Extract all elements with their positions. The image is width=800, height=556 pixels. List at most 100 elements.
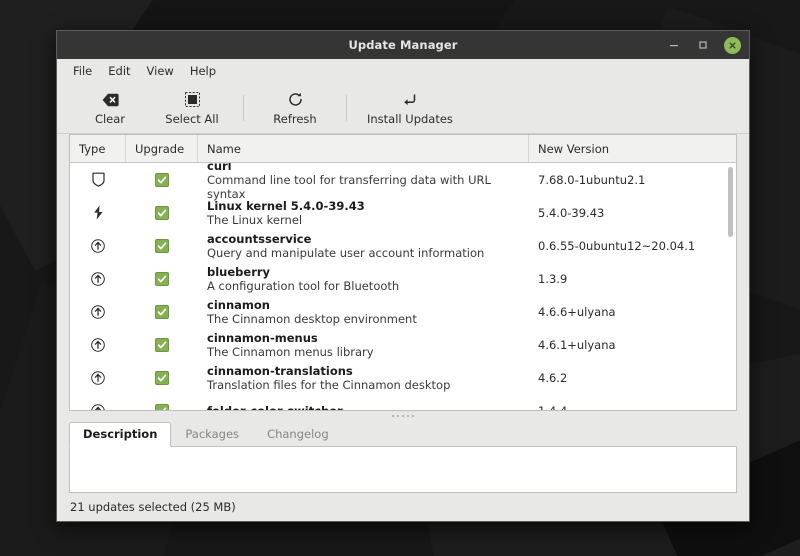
package-list-scrollbar[interactable] (728, 167, 733, 405)
package-name: Linux kernel 5.4.0-39.43 (207, 198, 365, 213)
package-name: folder-color-switcher (207, 404, 343, 411)
package-list-header: Type Upgrade Name New Version (70, 135, 736, 163)
window-title: Update Manager (348, 38, 458, 52)
row-version-cell: 4.6.1+ulyana (538, 337, 616, 352)
row-name-cell: cinnamon-translations Translation files … (198, 364, 529, 392)
upgrade-arrow-icon (90, 370, 106, 386)
upgrade-checkbox[interactable] (155, 205, 169, 220)
package-name: cinnamon-translations (207, 363, 353, 378)
upgrade-checkbox[interactable] (155, 304, 169, 319)
column-header-type[interactable]: Type (70, 135, 126, 162)
row-version-cell: 1.4.4 (529, 404, 736, 411)
close-icon[interactable] (724, 36, 741, 54)
package-list-body[interactable]: curl Command line tool for transferring … (70, 163, 736, 410)
package-description: The Linux kernel (207, 212, 303, 227)
clear-button-label: Clear (94, 111, 126, 126)
package-list-pane: Type Upgrade Name New Version curl Comma… (69, 134, 737, 411)
table-row[interactable]: curl Command line tool for transferring … (70, 163, 736, 201)
table-row[interactable]: cinnamon-translations Translation files … (70, 361, 736, 394)
row-upgrade-cell[interactable] (126, 205, 198, 220)
row-upgrade-cell[interactable] (126, 238, 198, 253)
select-all-button[interactable]: Select All (151, 89, 233, 128)
row-upgrade-cell[interactable] (126, 271, 198, 286)
row-version-cell: 1.3.9 (538, 271, 568, 286)
tab-packages[interactable]: Packages (171, 421, 253, 446)
tab-changelog[interactable]: Changelog (253, 421, 343, 446)
row-type-cell (70, 172, 126, 188)
menubar: File Edit View Help (57, 59, 749, 83)
column-header-name[interactable]: Name (198, 135, 529, 162)
menu-view[interactable]: View (139, 61, 182, 81)
titlebar[interactable]: Update Manager (57, 31, 749, 59)
status-text: 21 updates selected (25 MB) (70, 500, 236, 514)
table-row[interactable]: accountsservice Query and manipulate use… (70, 229, 736, 262)
description-panel[interactable] (69, 447, 737, 493)
table-row[interactable]: cinnamon-menus The Cinnamon menus librar… (70, 328, 736, 361)
toolbar-separator (243, 95, 244, 121)
install-updates-button[interactable]: Install Updates (357, 89, 463, 128)
column-header-upgrade[interactable]: Upgrade (126, 135, 198, 162)
upgrade-checkbox[interactable] (155, 370, 169, 385)
upgrade-checkbox[interactable] (155, 403, 169, 410)
window-controls (666, 36, 741, 54)
column-header-new-version[interactable]: New Version (529, 135, 736, 162)
row-type-cell (70, 271, 126, 287)
row-name-cell: accountsservice Query and manipulate use… (198, 232, 529, 260)
table-row[interactable]: Linux kernel 5.4.0-39.43 The Linux kerne… (70, 196, 736, 229)
package-name: accountsservice (207, 231, 312, 246)
clear-button[interactable]: Clear (69, 89, 151, 128)
row-type-cell (70, 370, 126, 386)
row-name-cell: Linux kernel 5.4.0-39.43 The Linux kerne… (198, 199, 529, 227)
row-name-cell: cinnamon-menus The Cinnamon menus librar… (198, 331, 529, 359)
row-upgrade-cell[interactable] (126, 337, 198, 352)
upgrade-checkbox[interactable] (155, 172, 169, 187)
statusbar: 21 updates selected (25 MB) (57, 493, 749, 521)
package-description: The Cinnamon menus library (207, 344, 374, 359)
update-manager-window: Update Manager File Edit View Help Clear… (56, 30, 750, 522)
scrollbar-thumb[interactable] (728, 167, 733, 237)
upgrade-arrow-icon (90, 238, 106, 254)
package-name: blueberry (207, 264, 271, 279)
row-upgrade-cell[interactable] (126, 304, 198, 319)
select-all-icon (184, 91, 200, 109)
row-name-cell: folder-color-switcher (198, 404, 529, 411)
row-type-cell (70, 205, 126, 221)
lightning-bolt-icon (90, 205, 106, 221)
row-version-cell: 7.68.0-1ubuntu2.1 (538, 172, 646, 187)
refresh-icon (288, 91, 303, 109)
upgrade-arrow-icon (90, 271, 106, 287)
tabstrip: Description Packages Changelog (69, 421, 737, 447)
install-updates-button-label: Install Updates (367, 111, 453, 126)
row-upgrade-cell[interactable] (126, 370, 198, 385)
table-row[interactable]: folder-color-switcher 1.4.4 (70, 394, 736, 410)
detail-notebook: Description Packages Changelog (69, 421, 737, 493)
table-row[interactable]: blueberry A configuration tool for Bluet… (70, 262, 736, 295)
row-version-cell: 4.6.6+ulyana (538, 304, 616, 319)
menu-file[interactable]: File (65, 61, 100, 81)
package-description: Query and manipulate user account inform… (207, 245, 485, 260)
package-description: Translation files for the Cinnamon deskt… (207, 377, 451, 392)
package-description: Command line tool for transferring data … (207, 172, 491, 201)
row-version-cell: 0.6.55-0ubuntu12~20.04.1 (538, 238, 696, 253)
row-version-cell: 5.4.0-39.43 (538, 205, 605, 220)
row-name-cell: curl Command line tool for transferring … (198, 163, 529, 201)
upgrade-checkbox[interactable] (155, 271, 169, 286)
row-upgrade-cell[interactable] (126, 403, 198, 410)
menu-edit[interactable]: Edit (100, 61, 138, 81)
package-description: A configuration tool for Bluetooth (207, 278, 400, 293)
upgrade-checkbox[interactable] (155, 238, 169, 253)
row-type-cell (70, 403, 126, 410)
row-type-cell (70, 304, 126, 320)
tab-description[interactable]: Description (69, 422, 172, 447)
package-name: cinnamon-menus (207, 330, 318, 345)
row-name-cell: cinnamon The Cinnamon desktop environmen… (198, 298, 529, 326)
table-row[interactable]: cinnamon The Cinnamon desktop environmen… (70, 295, 736, 328)
upgrade-checkbox[interactable] (155, 337, 169, 352)
minimize-icon[interactable] (666, 37, 682, 53)
menu-help[interactable]: Help (182, 61, 224, 81)
refresh-button[interactable]: Refresh (254, 89, 336, 128)
maximize-icon[interactable] (695, 37, 711, 53)
clear-icon (102, 91, 119, 109)
row-upgrade-cell[interactable] (126, 172, 198, 187)
pane-splitter[interactable] (57, 411, 749, 421)
